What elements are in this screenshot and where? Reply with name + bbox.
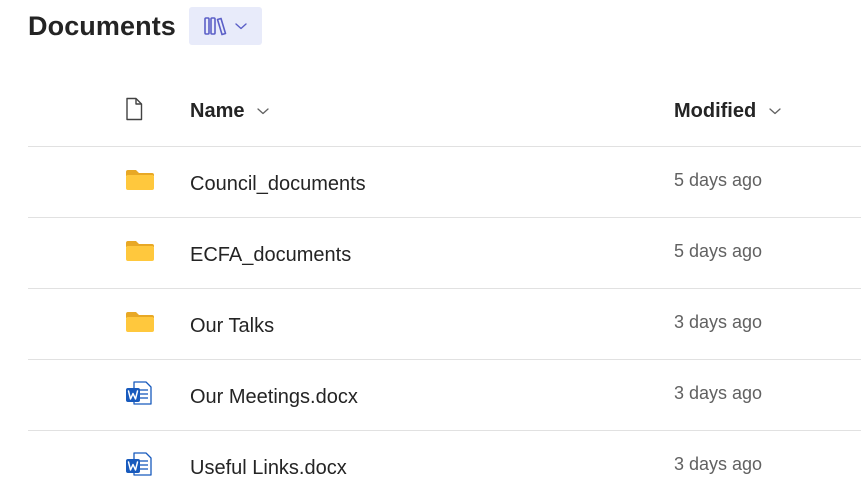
chevron-down-icon (234, 21, 248, 31)
file-name[interactable]: Council_documents (190, 149, 366, 219)
file-type-cell (124, 360, 154, 430)
folder-icon (124, 310, 156, 339)
document-library: Documents Name Modified Council_document… (0, 0, 861, 498)
file-type-cell (124, 218, 156, 288)
file-type-cell (124, 431, 154, 498)
chevron-down-icon (768, 106, 782, 116)
file-name-text: Council_documents (190, 172, 366, 195)
table-row[interactable]: Council_documents 5 days ago (28, 147, 861, 218)
file-type-column-header[interactable] (124, 76, 144, 146)
modified-column-header[interactable]: Modified (674, 76, 782, 146)
modified-date-text: 3 days ago (674, 453, 763, 474)
file-type-cell (124, 147, 156, 217)
file-name-text: ECFA_documents (190, 243, 352, 266)
name-column-header[interactable]: Name (190, 76, 270, 146)
modified-date: 3 days ago (674, 429, 762, 498)
table-row[interactable]: Our Meetings.docx 3 days ago (28, 360, 861, 431)
name-column-label: Name (190, 99, 245, 122)
column-header-row: Name Modified (28, 76, 861, 147)
file-type-cell (124, 289, 156, 359)
word-document-icon (124, 380, 154, 411)
chevron-down-icon (256, 106, 270, 116)
view-switch-button[interactable] (188, 7, 262, 45)
file-name-text: Useful Links.docx (190, 456, 347, 479)
table-row[interactable]: Our Talks 3 days ago (28, 289, 861, 360)
modified-date-text: 3 days ago (674, 311, 763, 332)
document-icon (124, 97, 144, 126)
modified-date-text: 5 days ago (674, 240, 763, 261)
file-name[interactable]: Our Talks (190, 291, 274, 361)
modified-date-text: 3 days ago (674, 382, 763, 403)
modified-column-label: Modified (674, 99, 757, 122)
table-row[interactable]: ECFA_documents 5 days ago (28, 218, 861, 289)
page-title: Documents (28, 10, 176, 41)
folder-icon (124, 239, 156, 268)
library-view-icon (203, 15, 229, 37)
folder-icon (124, 168, 156, 197)
modified-date: 5 days ago (674, 216, 762, 286)
modified-date: 3 days ago (674, 287, 762, 357)
title-bar: Documents (28, 4, 262, 48)
file-name[interactable]: ECFA_documents (190, 220, 351, 290)
modified-date: 5 days ago (674, 145, 762, 215)
modified-date-text: 5 days ago (674, 169, 763, 190)
file-name-text: Our Meetings.docx (190, 385, 358, 408)
file-name-text: Our Talks (190, 314, 275, 337)
table-row[interactable]: Useful Links.docx 3 days ago (28, 431, 861, 498)
file-list: Name Modified Council_documents 5 days a… (28, 76, 861, 498)
file-name[interactable]: Our Meetings.docx (190, 362, 358, 432)
word-document-icon (124, 451, 154, 482)
modified-date: 3 days ago (674, 358, 762, 428)
file-name[interactable]: Useful Links.docx (190, 433, 347, 498)
